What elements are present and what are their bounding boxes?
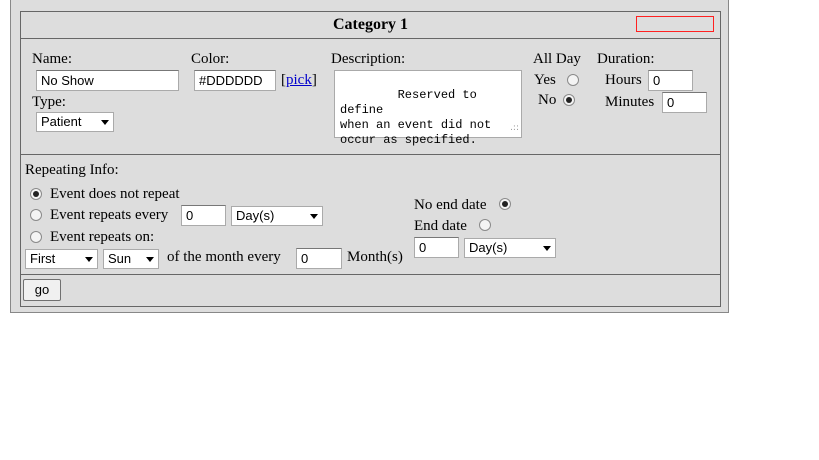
- repeat-every-label: Event repeats every: [50, 207, 169, 223]
- pick-link-wrapper: [pick]: [281, 72, 317, 89]
- category-form: Category 1 Name: Type: Patient Color: [p…: [20, 11, 721, 307]
- minutes-label: Minutes: [605, 94, 655, 110]
- month-unit-label: Month(s): [347, 249, 403, 265]
- end-date-input[interactable]: [414, 237, 459, 258]
- repeating-info-heading: Repeating Info:: [25, 162, 119, 178]
- repeat-ordinal-value: First: [30, 251, 56, 266]
- description-text: Reserved to define when an event did not…: [340, 88, 492, 147]
- chevron-down-icon: [101, 120, 109, 125]
- description-textarea[interactable]: Reserved to define when an event did not…: [334, 70, 522, 147]
- color-swatch: [636, 16, 714, 32]
- pick-color-link[interactable]: pick: [286, 72, 312, 88]
- duration-label: Duration:: [597, 51, 655, 67]
- type-select[interactable]: Patient: [36, 112, 114, 132]
- repeat-every-unit-select[interactable]: Day(s): [231, 206, 323, 226]
- end-date-label: End date: [414, 218, 467, 234]
- end-date-unit-select[interactable]: Day(s): [464, 238, 556, 258]
- chevron-down-icon: [146, 257, 154, 262]
- repeating-info-section: Repeating Info: Event does not repeat Ev…: [21, 155, 720, 275]
- resize-grip-icon[interactable]: .::: [510, 121, 519, 136]
- end-date-unit-value: Day(s): [469, 240, 508, 255]
- minutes-input[interactable]: [662, 92, 707, 113]
- hours-label: Hours: [605, 72, 642, 88]
- repeat-every-unit-value: Day(s): [236, 208, 275, 223]
- repeat-every-radio[interactable]: [30, 209, 42, 221]
- type-select-value: Patient: [41, 114, 82, 129]
- repeat-on-radio[interactable]: [30, 231, 42, 243]
- allday-yes-radio[interactable]: [567, 74, 579, 86]
- allday-no-radio[interactable]: [563, 94, 575, 106]
- allday-no-label: No: [538, 92, 557, 108]
- hours-input[interactable]: [648, 70, 693, 91]
- allday-yes-label: Yes: [534, 72, 556, 88]
- repeat-day-value: Sun: [108, 251, 132, 266]
- repeat-month-input[interactable]: [296, 248, 342, 269]
- chevron-down-icon: [543, 246, 551, 251]
- name-label: Name:: [32, 51, 72, 67]
- of-month-every-label: of the month every: [167, 249, 281, 265]
- no-end-date-label: No end date: [414, 197, 487, 213]
- repeat-ordinal-select[interactable]: First: [25, 249, 98, 269]
- chevron-down-icon: [85, 257, 93, 262]
- no-end-date-radio[interactable]: [499, 198, 511, 210]
- category-title: Category 1: [332, 16, 409, 33]
- allday-label: All Day: [533, 51, 581, 67]
- pick-close-bracket: ]: [311, 72, 317, 88]
- chevron-down-icon: [310, 214, 318, 219]
- type-label: Type:: [32, 94, 66, 110]
- no-repeat-label: Event does not repeat: [50, 186, 180, 202]
- repeat-every-input[interactable]: [181, 205, 226, 226]
- color-input[interactable]: [194, 70, 276, 91]
- category-header: Category 1: [21, 12, 720, 39]
- repeat-day-select[interactable]: Sun: [103, 249, 159, 269]
- category-details-section: Name: Type: Patient Color: [pick] Descri…: [21, 39, 720, 155]
- description-label: Description:: [331, 51, 406, 67]
- color-label: Color:: [191, 51, 230, 67]
- go-button[interactable]: go: [23, 279, 61, 301]
- name-input[interactable]: [36, 70, 179, 91]
- no-repeat-radio[interactable]: [30, 188, 42, 200]
- category-panel: Category 1 Name: Type: Patient Color: [p…: [10, 0, 729, 313]
- end-date-radio[interactable]: [479, 219, 491, 231]
- repeat-on-label: Event repeats on:: [50, 229, 155, 245]
